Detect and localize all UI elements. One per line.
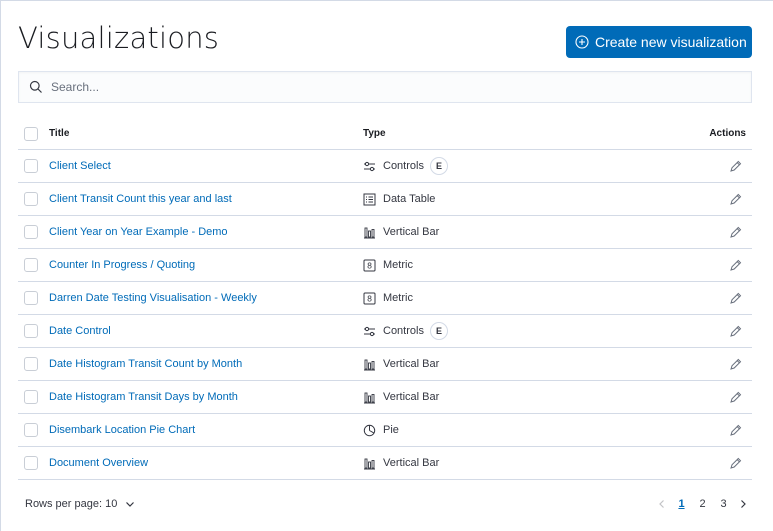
experimental-badge: E: [429, 322, 448, 340]
row-checkbox[interactable]: [24, 456, 38, 470]
search-bar: [18, 71, 752, 103]
page-title: Visualizations: [18, 21, 220, 55]
bar-chart-icon: [363, 226, 376, 239]
page-1-button[interactable]: 1: [671, 498, 692, 510]
type-cell: Vertical Bar: [363, 457, 439, 470]
pencil-icon[interactable]: [729, 391, 742, 404]
pencil-icon[interactable]: [729, 259, 742, 272]
pencil-icon[interactable]: [729, 457, 742, 470]
rows-per-page-button[interactable]: Rows per page: 10: [25, 498, 135, 510]
type-label: Controls: [383, 160, 424, 172]
row-checkbox[interactable]: [24, 192, 38, 206]
row-checkbox[interactable]: [24, 291, 38, 305]
type-cell: Controls E: [363, 157, 448, 175]
pencil-icon[interactable]: [729, 160, 742, 173]
type-cell: 8 Metric: [363, 292, 413, 305]
visualization-title-link[interactable]: Disembark Location Pie Chart: [49, 424, 195, 436]
table-header-row: Title Type Actions: [18, 118, 752, 150]
table-row: Document Overview Vertical Bar: [18, 447, 752, 480]
bar-chart-icon: [363, 457, 376, 470]
type-cell: Data Table: [363, 193, 435, 206]
row-checkbox[interactable]: [24, 159, 38, 173]
type-label: Metric: [383, 292, 413, 304]
svg-text:8: 8: [367, 261, 372, 270]
previous-page-icon[interactable]: [653, 499, 671, 509]
page-2-button[interactable]: 2: [692, 498, 713, 510]
row-checkbox[interactable]: [24, 258, 38, 272]
table-icon: [363, 193, 376, 206]
svg-text:8: 8: [367, 294, 372, 303]
pencil-icon[interactable]: [729, 325, 742, 338]
type-cell: 8 Metric: [363, 259, 413, 272]
visualizations-table: Title Type Actions Client Select Controls…: [18, 118, 752, 480]
table-row: Counter In Progress / Quoting 8 Metric: [18, 249, 752, 282]
type-label: Vertical Bar: [383, 226, 440, 238]
pie-icon: [363, 424, 376, 437]
visualization-title-link[interactable]: Client Year on Year Example - Demo: [49, 226, 228, 238]
type-cell: Vertical Bar: [363, 358, 439, 371]
table-row: Date Control Controls E: [18, 315, 752, 348]
table-row: Date Histogram Transit Days by Month Vert…: [18, 381, 752, 414]
type-label: Data Table: [383, 193, 436, 205]
bar-chart-icon: [363, 358, 376, 371]
pencil-icon[interactable]: [729, 292, 742, 305]
visualization-title-link[interactable]: Darren Date Testing Visualisation - Week…: [49, 292, 257, 304]
row-checkbox[interactable]: [24, 423, 38, 437]
table-row: Date Histogram Transit Count by Month Ver…: [18, 348, 752, 381]
pencil-icon[interactable]: [729, 226, 742, 239]
type-cell: Vertical Bar: [363, 391, 439, 404]
type-label: Pie: [383, 424, 399, 436]
metric-icon: 8: [363, 292, 376, 305]
visualization-title-link[interactable]: Client Select: [49, 160, 111, 172]
type-label: Vertical Bar: [383, 457, 440, 469]
visualization-title-link[interactable]: Date Histogram Transit Days by Month: [49, 391, 238, 403]
table-row: Client Select Controls E: [18, 150, 752, 183]
type-cell: Vertical Bar: [363, 226, 439, 239]
table-footer: Rows per page: 10 1 2 3: [18, 489, 752, 519]
table-row: Client Transit Count this year and last D…: [18, 183, 752, 216]
create-visualization-label: Create new visualization: [595, 34, 747, 50]
page-3-button[interactable]: 3: [713, 498, 734, 510]
pencil-icon[interactable]: [729, 424, 742, 437]
type-cell: Controls E: [363, 322, 448, 340]
controls-icon: [363, 160, 376, 173]
row-checkbox[interactable]: [24, 357, 38, 371]
visualization-title-link[interactable]: Client Transit Count this year and last: [49, 193, 232, 205]
visualization-title-link[interactable]: Date Control: [49, 325, 111, 337]
column-header-type[interactable]: Type: [363, 128, 386, 139]
metric-icon: 8: [363, 259, 376, 272]
type-cell: Pie: [363, 424, 399, 437]
column-header-title[interactable]: Title: [49, 128, 69, 139]
table-row: Disembark Location Pie Chart Pie: [18, 414, 752, 447]
next-page-icon[interactable]: [734, 499, 752, 509]
plus-circle-icon: [575, 35, 589, 49]
controls-icon: [363, 325, 376, 338]
type-label: Metric: [383, 259, 413, 271]
rows-per-page-label: Rows per page: 10: [25, 498, 118, 510]
pencil-icon[interactable]: [729, 358, 742, 371]
row-checkbox[interactable]: [24, 225, 38, 239]
visualization-title-link[interactable]: Date Histogram Transit Count by Month: [49, 358, 242, 370]
table-row: Client Year on Year Example - Demo Vertic…: [18, 216, 752, 249]
type-label: Vertical Bar: [383, 358, 440, 370]
create-visualization-button[interactable]: Create new visualization: [566, 26, 752, 58]
search-icon: [29, 80, 43, 94]
type-label: Vertical Bar: [383, 391, 440, 403]
select-all-checkbox[interactable]: [24, 126, 38, 141]
visualization-title-link[interactable]: Counter In Progress / Quoting: [49, 259, 195, 271]
row-checkbox[interactable]: [24, 324, 38, 338]
visualization-title-link[interactable]: Document Overview: [49, 457, 148, 469]
row-checkbox[interactable]: [24, 390, 38, 404]
chevron-down-icon: [125, 499, 135, 509]
pagination: 1 2 3: [653, 498, 752, 510]
pencil-icon[interactable]: [729, 193, 742, 206]
search-input[interactable]: [51, 80, 731, 94]
type-label: Controls: [383, 325, 424, 337]
bar-chart-icon: [363, 391, 376, 404]
experimental-badge: E: [429, 157, 448, 175]
table-row: Darren Date Testing Visualisation - Week…: [18, 282, 752, 315]
column-header-actions: Actions: [709, 128, 746, 139]
